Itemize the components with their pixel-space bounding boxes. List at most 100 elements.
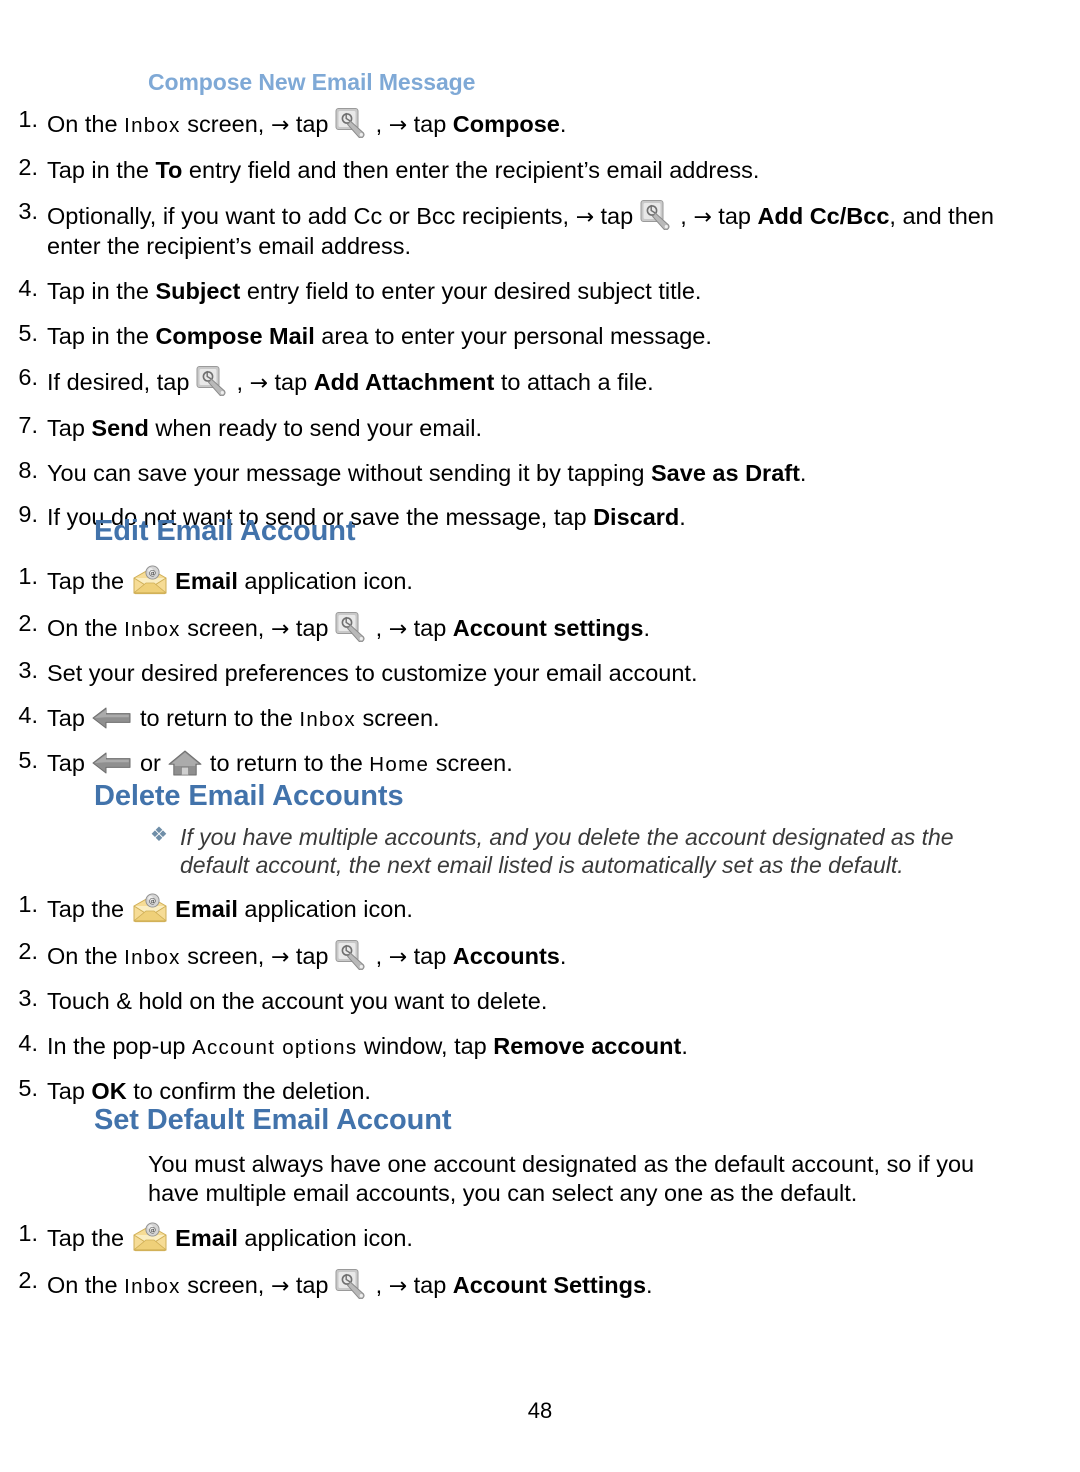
right-arrow-icon: → xyxy=(388,113,408,138)
section-heading-edit-email-account: Edit Email Account xyxy=(94,515,356,547)
settings-wrench-icon xyxy=(335,939,369,970)
emphasis-text: Send xyxy=(91,415,149,442)
paragraph-set-default: You must always have one account designa… xyxy=(148,1151,975,1206)
list-item-number: 9. xyxy=(18,501,38,528)
list-item-text: On the Inbox screen, → tap , → tap Compo… xyxy=(47,108,1038,140)
list-item-text: Set your desired preferences to customiz… xyxy=(47,660,698,687)
list-item-number: 1. xyxy=(18,106,38,132)
emphasis-text: Account settings xyxy=(452,614,644,641)
svg-text:@: @ xyxy=(148,568,155,577)
list-item-number: 1. xyxy=(18,1220,38,1246)
list-item-number: 1. xyxy=(18,563,38,589)
emphasis-text: Compose xyxy=(452,111,560,137)
screen-element-name: Inbox xyxy=(124,1274,181,1298)
screen-element-name: Home xyxy=(369,752,430,776)
list-item-text: Tap or to return to the Home screen. xyxy=(47,749,513,777)
list-item-number: 3. xyxy=(18,985,38,1012)
list-item-number: 8. xyxy=(18,456,38,483)
list-item: 3. Optionally, if you want to add Cc or B… xyxy=(0,200,1038,260)
email-app-icon: @ xyxy=(131,1222,169,1252)
list-item-number: 4. xyxy=(18,702,38,729)
screen-element-name: Inbox xyxy=(124,114,181,137)
emphasis-text: Compose Mail xyxy=(155,322,315,349)
list-item-text: Optionally, if you want to add Cc or Bcc… xyxy=(47,200,1038,260)
list-item-text: In the pop-up Account options window, ta… xyxy=(47,1033,688,1060)
emphasis-text: Email xyxy=(175,568,238,594)
list-item: 5. Tap OK to confirm the deletion. xyxy=(0,1074,1038,1106)
section-heading-set-default-email-account: Set Default Email Account xyxy=(94,1104,452,1136)
emphasis-text: Add Attachment xyxy=(313,369,495,396)
list-item: 1. Tap the @ Email application icon. xyxy=(0,563,1038,596)
list-item-text: Tap the @ Email application icon. xyxy=(47,565,1038,596)
steps-list-compose: 1. On the Inbox screen, → tap , → tap Com… xyxy=(0,106,1038,548)
svg-text:@: @ xyxy=(148,1225,155,1234)
right-arrow-icon: → xyxy=(249,371,268,397)
right-arrow-icon: → xyxy=(270,616,290,642)
list-item-number: 5. xyxy=(18,746,38,773)
list-item-number: 2. xyxy=(18,609,38,636)
list-item: 1. On the Inbox screen, → tap , → tap Com… xyxy=(0,106,1038,140)
emphasis-text: Email xyxy=(175,896,238,922)
right-arrow-icon: → xyxy=(270,113,290,138)
list-item: 3. Touch & hold on the account you want t… xyxy=(0,987,1038,1016)
steps-list-delete-email-accounts: 1. Tap the @ Email application icon. 2. On … xyxy=(0,892,1038,1121)
list-item-text: On the Inbox screen, → tap , → tap Accou… xyxy=(47,1268,1038,1301)
note-text: If you have multiple accounts, and you d… xyxy=(180,824,954,879)
emphasis-text: To xyxy=(155,156,183,183)
list-item-number: 3. xyxy=(18,198,38,225)
screen-element-name: Inbox xyxy=(299,708,356,732)
right-arrow-icon: → xyxy=(270,944,290,970)
list-item-number: 2. xyxy=(18,1266,38,1293)
section-heading-delete-email-accounts: Delete Email Accounts xyxy=(94,780,404,812)
list-item-text: You can save your message without sendin… xyxy=(47,459,807,486)
list-item-text: Tap to return to the Inbox screen. xyxy=(47,705,440,732)
sub-heading-compose-new-email-message: Compose New Email Message xyxy=(148,69,476,95)
diamond-bullet-icon: ❖ xyxy=(150,822,168,846)
list-item-number: 5. xyxy=(18,319,38,346)
document-page: Compose New Email Message 1. On the Inbox… xyxy=(0,0,1080,1472)
back-arrow-icon xyxy=(91,750,133,776)
list-item-text: Tap Send when ready to send your email. xyxy=(47,415,482,442)
emphasis-text: Add Cc/Bcc xyxy=(757,203,890,230)
list-item: 5. Tap in the Compose Mail area to enter … xyxy=(0,319,1038,351)
emphasis-text: OK xyxy=(91,1077,127,1104)
right-arrow-icon: → xyxy=(388,1273,408,1299)
screen-element-name: Inbox xyxy=(124,945,181,969)
list-item-number: 5. xyxy=(18,1074,38,1101)
list-item: 2. On the Inbox screen, → tap , → tap Acc… xyxy=(0,937,1038,972)
list-item-text: Tap the @ Email application icon. xyxy=(47,1222,1038,1253)
list-item-number: 4. xyxy=(18,1030,38,1057)
right-arrow-icon: → xyxy=(693,205,712,231)
list-item-number: 2. xyxy=(18,937,38,964)
svg-text:@: @ xyxy=(148,896,155,905)
list-item-number: 2. xyxy=(18,153,38,180)
list-item: 4. In the pop-up Account options window, … xyxy=(0,1032,1038,1061)
emphasis-text: Subject xyxy=(155,277,241,304)
emphasis-text: Accounts xyxy=(452,942,560,969)
steps-list-edit-email-account: 1. Tap the @ Email application icon. 2. On … xyxy=(0,563,1038,793)
list-item: 6. If desired, tap , → tap Add Attachment… xyxy=(0,366,1038,398)
email-app-icon: @ xyxy=(131,893,169,923)
email-app-icon: @ xyxy=(131,565,169,595)
list-item-number: 7. xyxy=(18,412,38,439)
list-item-text: Tap OK to confirm the deletion. xyxy=(47,1077,371,1104)
settings-wrench-icon xyxy=(196,366,230,397)
list-item: 4. Tap to return to the Inbox screen. xyxy=(0,704,1038,733)
list-item: 2. Tap in the To entry field and then ent… xyxy=(0,153,1038,185)
emphasis-text: Account Settings xyxy=(452,1271,647,1298)
emphasis-text: Email xyxy=(175,1225,238,1251)
list-item-text: On the Inbox screen, → tap , → tap Accou… xyxy=(47,939,1038,972)
settings-wrench-icon xyxy=(335,108,369,138)
list-item-number: 6. xyxy=(18,364,38,391)
right-arrow-icon: → xyxy=(388,944,408,970)
list-item: 8. You can save your message without send… xyxy=(0,456,1038,488)
list-item: 1. Tap the @ Email application icon. xyxy=(0,1220,1038,1253)
right-arrow-icon: → xyxy=(270,1273,290,1299)
list-item-text: Tap in the Subject entry field to enter … xyxy=(47,277,702,304)
list-item-number: 4. xyxy=(18,274,38,301)
home-icon xyxy=(167,749,203,777)
back-arrow-icon xyxy=(91,705,133,731)
screen-element-name: Inbox xyxy=(124,617,181,641)
steps-list-set-default-email-account: 1. Tap the @ Email application icon. 2. On … xyxy=(0,1220,1038,1316)
list-item: 7. Tap Send when ready to send your email… xyxy=(0,414,1038,443)
